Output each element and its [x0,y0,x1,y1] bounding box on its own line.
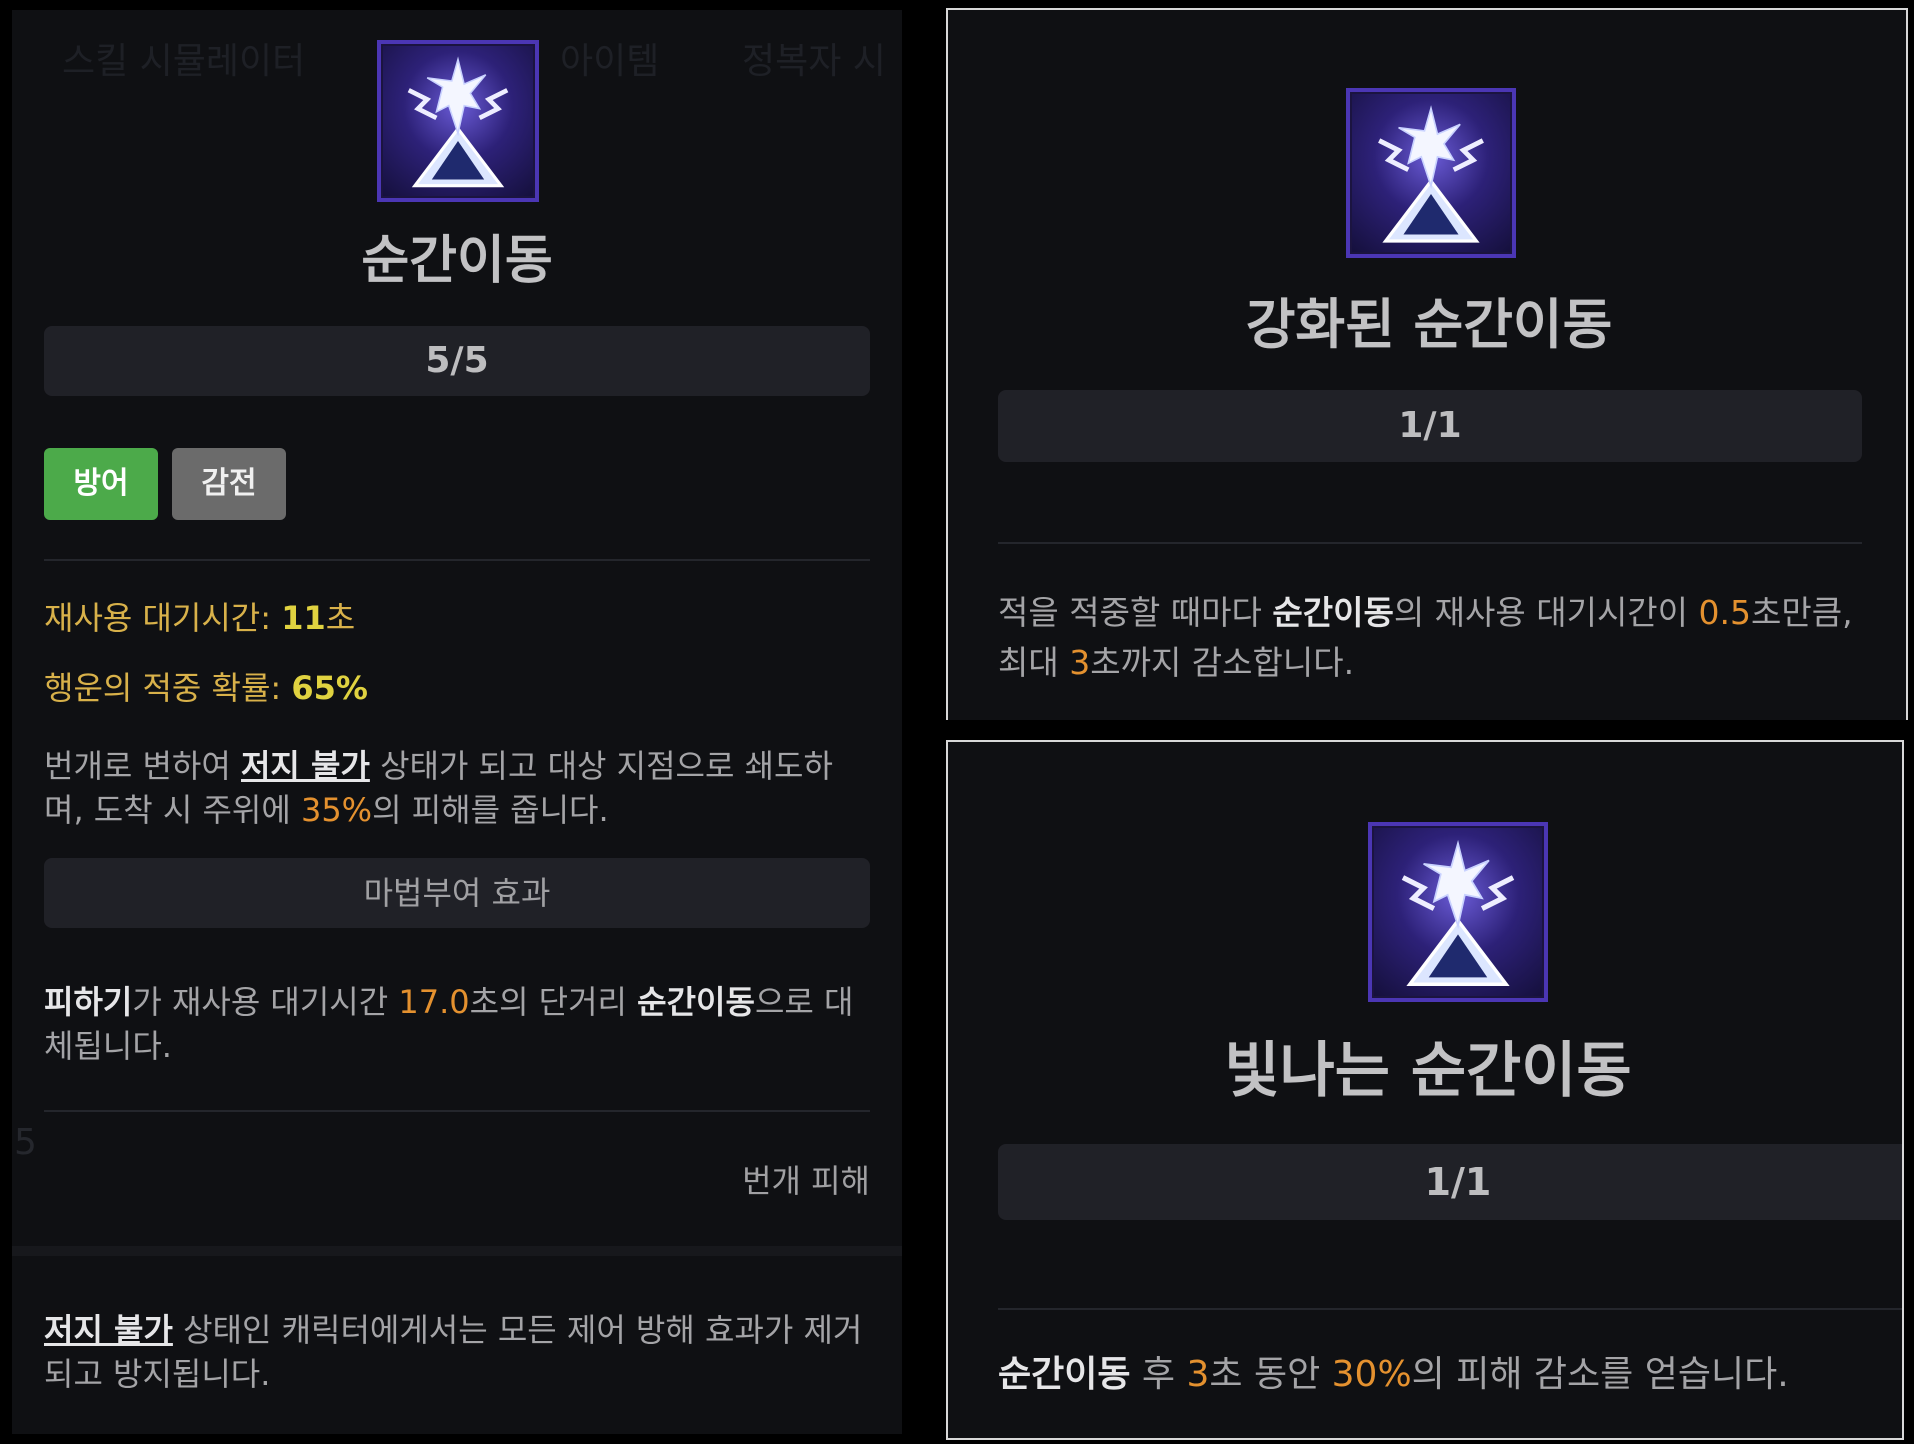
cooldown-reduction-value: 0.5 [1698,593,1752,632]
max-reduction-value: 3 [1069,643,1091,682]
damage-percent: 35% [300,791,373,829]
teleport-skill-icon [1368,822,1548,1002]
evade-keyword: 피하기 [44,983,133,1021]
divider [998,542,1862,544]
duration-value: 3 [1186,1354,1210,1395]
skill-title: 빛나는 순간이동 [1224,1036,1632,1106]
teleport-keyword: 순간이동 [1272,593,1394,632]
desc-text: 의 재사용 대기시간이 [1393,593,1699,632]
divider [998,1308,1902,1310]
desc-text: 후 [1130,1354,1187,1395]
cooldown-unit: 초 [325,599,356,637]
skill-tooltip-teleport: 스킬 시뮬레이터 아이템 정복자 시 순간이동 5/5 방어 감전 재사용 대기… [12,10,902,1434]
enchant-cooldown: 17.0 [398,983,470,1021]
teleport-keyword: 순간이동 [998,1354,1131,1395]
divider [44,1110,870,1112]
teleport-skill-icon [377,40,539,202]
desc-text: 초의 단거리 [469,983,638,1021]
cooldown-value: 11 [281,599,326,637]
skill-rank-bar: 1/1 [998,390,1862,462]
separator-band [12,1246,902,1256]
lucky-hit-value: 65% [291,669,368,707]
enchantment-header: 마법부여 효과 [44,858,870,928]
damage-type-label: 번개 피해 [742,1162,870,1200]
desc-text: 초 동안 [1209,1354,1332,1395]
ghost-tab-conqueror: 정복자 시 [742,41,886,82]
desc-text: 의 피해를 줍니다. [372,791,609,829]
desc-text: 적을 적중할 때마다 [998,593,1273,632]
upgrade-description: 적을 적중할 때마다 순간이동의 재사용 대기시간이 0.5초만큼, 최대 3초… [998,588,1868,688]
divider [44,559,870,561]
desc-text: 번개로 변하여 [44,747,241,785]
skill-title: 강화된 순간이동 [1245,293,1613,356]
lucky-hit-label: 행운의 적중 확률: [44,669,292,707]
ghost-tab-items: 아이템 [560,41,660,82]
tag-shock: 감전 [172,448,286,520]
enchantment-description: 피하기가 재사용 대기시간 17.0초의 단거리 순간이동으로 대체됩니다. [44,980,870,1068]
cooldown-stat: 재사용 대기시간: 11초 [44,596,870,640]
cooldown-label: 재사용 대기시간: [44,599,282,637]
desc-text: 의 피해 감소를 얻습니다. [1411,1354,1789,1395]
background-number: 5 [14,1122,37,1163]
skill-rank-bar: 5/5 [44,326,870,396]
upgrade-tooltip-shimmering-teleport: 빛나는 순간이동 1/1 순간이동 후 3초 동안 30%의 피해 감소를 얻습… [946,740,1904,1440]
upgrade-tooltip-enhanced-teleport: 강화된 순간이동 1/1 적을 적중할 때마다 순간이동의 재사용 대기시간이 … [946,8,1908,720]
teleport-keyword: 순간이동 [637,983,755,1021]
desc-text: 초까지 감소합니다. [1090,643,1355,682]
unstoppable-link[interactable]: 저지 불가 [44,1311,173,1349]
skill-rank-bar: 1/1 [998,1144,1902,1220]
teleport-skill-icon [1346,88,1516,258]
unstoppable-link[interactable]: 저지 불가 [241,747,370,785]
desc-text: 가 재사용 대기시간 [132,983,399,1021]
tag-defense: 방어 [44,448,158,520]
damage-reduction-value: 30% [1331,1354,1412,1395]
lucky-hit-stat: 행운의 적중 확률: 65% [44,666,870,710]
skill-description: 번개로 변하여 저지 불가 상태가 되고 대상 지점으로 쇄도하며, 도착 시 … [44,744,870,832]
ghost-tab-skill-simulator: 스킬 시뮬레이터 [62,41,306,82]
unstoppable-footnote: 저지 불가 상태인 캐릭터에게서는 모든 제어 방해 효과가 제거되고 방지됩니… [44,1308,870,1396]
upgrade-description: 순간이동 후 3초 동안 30%의 피해 감소를 얻습니다. [998,1350,1878,1400]
skill-title: 순간이동 [361,231,553,291]
